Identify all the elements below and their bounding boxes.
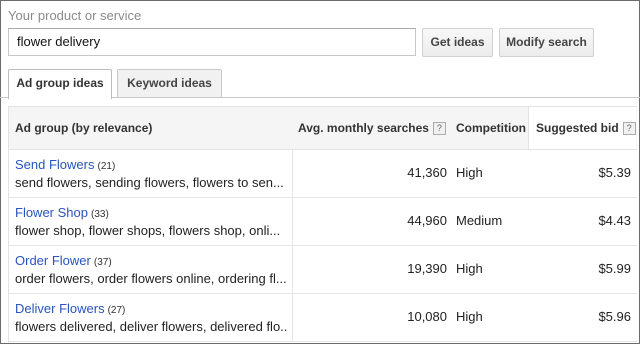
- keywords-preview: flowers delivered, deliver flowers, deli…: [15, 319, 287, 334]
- column-header-suggested-bid[interactable]: Suggested bid?: [528, 107, 636, 149]
- table-row: Send Flowers (21) send flowers, sending f…: [9, 150, 637, 198]
- competition: High: [456, 261, 483, 276]
- get-ideas-button[interactable]: Get ideas: [422, 28, 493, 57]
- column-header-competition-label: Competition: [456, 121, 526, 135]
- cell-divider: [292, 294, 293, 341]
- column-header-avg-label: Avg. monthly searches: [298, 121, 429, 135]
- table-header: Ad group (by relevance) Avg. monthly sea…: [9, 107, 637, 150]
- keywords-preview: flower shop, flower shops, flowers shop,…: [15, 223, 281, 238]
- tab-keyword-ideas[interactable]: Keyword ideas: [117, 69, 222, 97]
- cell-divider: [292, 198, 293, 245]
- ad-group-name: Flower Shop (33): [15, 205, 109, 220]
- cell-divider: [292, 246, 293, 293]
- modify-search-button[interactable]: Modify search: [499, 28, 594, 57]
- column-header-competition[interactable]: Competition: [456, 107, 526, 149]
- tab-ad-group-ideas[interactable]: Ad group ideas: [8, 69, 112, 99]
- suggested-bid: $4.43: [598, 213, 631, 228]
- table-row: Order Flower (37) order flowers, order fl…: [9, 246, 637, 294]
- keyword-count: (33): [90, 209, 109, 220]
- table-row: Deliver Flowers (27) flowers delivered, d…: [9, 294, 637, 342]
- table-row: Flower Shop (33) flower shop, flower shop…: [9, 198, 637, 246]
- suggested-bid: $5.39: [598, 165, 631, 180]
- keywords-preview: order flowers, order flowers online, ord…: [15, 271, 287, 286]
- ad-group-name: Deliver Flowers (27): [15, 301, 125, 316]
- keyword-count: (21): [97, 161, 116, 172]
- ad-group-link[interactable]: Flower Shop: [15, 205, 88, 220]
- ad-group-link[interactable]: Deliver Flowers: [15, 301, 105, 316]
- cell-divider: [292, 150, 293, 197]
- ad-group-table: Ad group (by relevance) Avg. monthly sea…: [8, 106, 637, 343]
- competition: High: [456, 165, 483, 180]
- avg-monthly-searches: 41,360: [407, 165, 447, 180]
- ad-group-name: Order Flower (37): [15, 253, 112, 268]
- search-label: Your product or service: [8, 8, 142, 23]
- help-icon[interactable]: ?: [432, 122, 446, 136]
- keyword-count: (27): [107, 305, 126, 316]
- column-header-bid-label: Suggested bid: [536, 121, 619, 135]
- competition: Medium: [456, 213, 503, 228]
- help-icon[interactable]: ?: [622, 122, 636, 136]
- ad-group-link[interactable]: Send Flowers: [15, 157, 94, 172]
- suggested-bid: $5.96: [598, 309, 631, 324]
- avg-monthly-searches: 44,960: [407, 213, 447, 228]
- keyword-count: (37): [93, 257, 112, 268]
- column-header-ad-group[interactable]: Ad group (by relevance): [15, 107, 152, 149]
- search-input[interactable]: flower delivery: [8, 28, 416, 56]
- competition: High: [456, 309, 483, 324]
- suggested-bid: $5.99: [598, 261, 631, 276]
- keywords-preview: send flowers, sending flowers, flowers t…: [15, 175, 284, 190]
- ad-group-name: Send Flowers (21): [15, 157, 115, 172]
- avg-monthly-searches: 19,390: [407, 261, 447, 276]
- column-header-avg-monthly-searches[interactable]: Avg. monthly searches?: [298, 107, 446, 149]
- column-header-ad-group-label: Ad group (by relevance): [15, 121, 153, 135]
- avg-monthly-searches: 10,080: [407, 309, 447, 324]
- ad-group-link[interactable]: Order Flower: [15, 253, 91, 268]
